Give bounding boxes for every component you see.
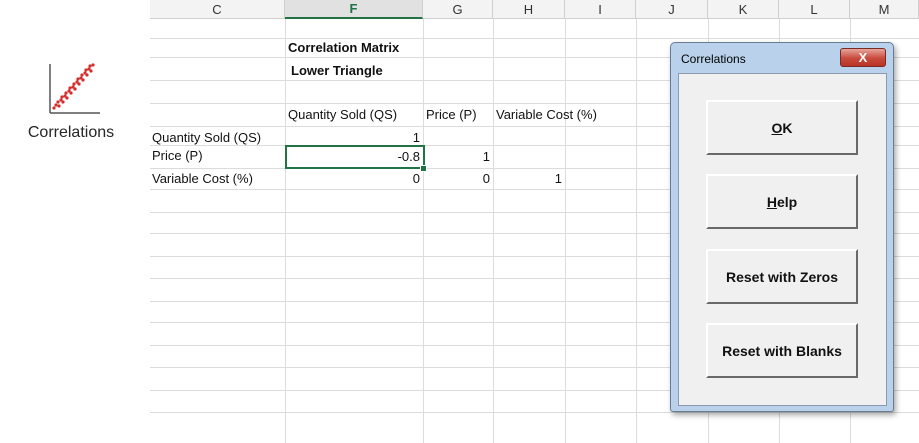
matrix-subtitle[interactable]: Lower Triangle [291, 61, 383, 80]
column-header-k[interactable]: K [708, 0, 779, 19]
cell-h-variable-cost[interactable]: 1 [493, 169, 565, 188]
header-variable-cost[interactable]: Variable Cost (%) [496, 105, 597, 124]
reset-with-blanks-button[interactable]: Reset with Blanks [706, 323, 858, 378]
dialog-title: Correlations [681, 52, 746, 66]
close-icon: X [858, 50, 868, 65]
dialog-body: OK Help Reset with Zeros Reset with Blan… [678, 73, 887, 406]
column-header-l[interactable]: L [779, 0, 850, 19]
ok-button-label: OK [771, 119, 793, 136]
column-header-c[interactable]: C [150, 0, 285, 19]
correlations-dialog: Correlations X OK Help Reset with Zeros … [670, 42, 894, 412]
reset-with-blanks-label: Reset with Blanks [722, 342, 842, 359]
help-button-label: Help [766, 193, 798, 210]
header-quantity-sold[interactable]: Quantity Sold (QS) [288, 105, 397, 124]
cell-f-variable-cost[interactable]: 0 [285, 169, 423, 188]
correlations-label: Correlations [27, 124, 115, 141]
column-header-m[interactable]: M [850, 0, 919, 19]
matrix-title[interactable]: Correlation Matrix [288, 38, 399, 57]
help-button[interactable]: Help [706, 174, 858, 229]
correlations-ribbon-button[interactable]: Correlations [0, 0, 145, 443]
active-cell-selection[interactable] [285, 145, 425, 169]
reset-with-zeros-label: Reset with Zeros [725, 268, 839, 285]
cell-g-variable-cost[interactable]: 0 [423, 169, 493, 188]
row-label-variable-cost[interactable]: Variable Cost (%) [152, 169, 253, 188]
close-button[interactable]: X [840, 48, 886, 67]
column-header-i[interactable]: I [565, 0, 636, 19]
scatter-plot-icon [49, 63, 100, 114]
column-header-j[interactable]: J [636, 0, 708, 19]
fill-handle[interactable] [420, 165, 427, 172]
header-price[interactable]: Price (P) [426, 105, 477, 124]
column-header-g[interactable]: G [423, 0, 493, 19]
column-header-f[interactable]: F [285, 0, 423, 19]
row-label-price[interactable]: Price (P) [152, 146, 203, 165]
reset-with-zeros-button[interactable]: Reset with Zeros [706, 249, 858, 304]
ok-button[interactable]: OK [706, 100, 858, 155]
column-header-h[interactable]: H [493, 0, 565, 19]
cell-g-price[interactable]: 1 [423, 147, 493, 166]
row-label-quantity-sold[interactable]: Quantity Sold (QS) [152, 128, 261, 147]
